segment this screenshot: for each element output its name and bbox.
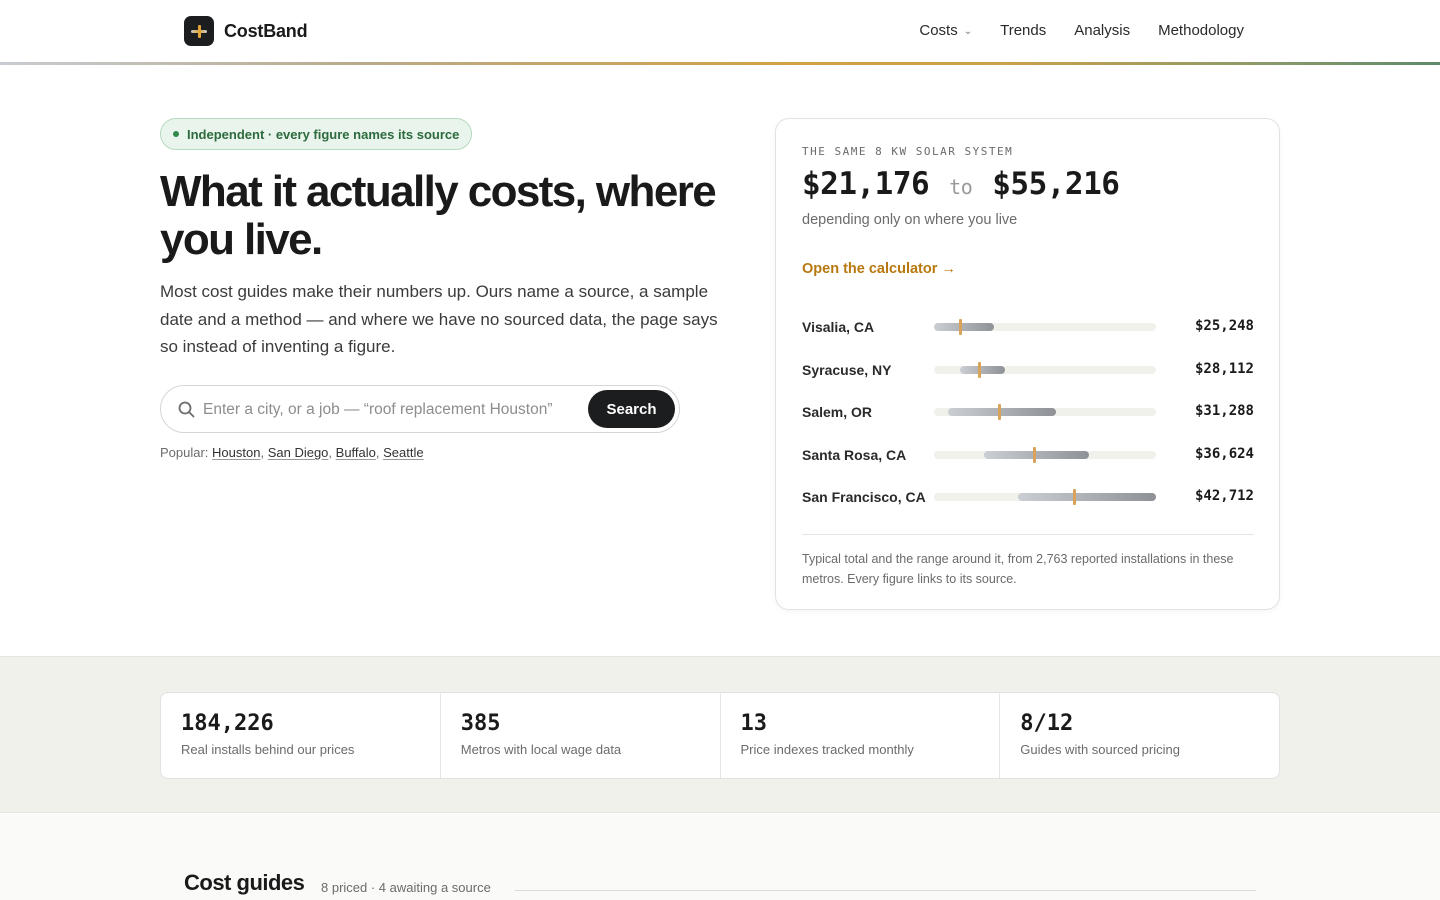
city-name: Salem, OR [802, 404, 873, 421]
typical-marker [1033, 446, 1037, 463]
stat-label: Real installs behind our prices [181, 742, 355, 757]
brand-logo-link[interactable]: CostBand [184, 16, 308, 46]
card-subtitle: depending only on where you live [802, 212, 1018, 228]
stat-guides: 8/12 Guides with sourced pricing [1000, 693, 1279, 778]
city-price: $25,248 [1194, 318, 1254, 334]
search-input[interactable] [203, 398, 583, 422]
range-high: $55,216 [992, 166, 1120, 202]
range-word: to [949, 175, 973, 199]
header-gradient-rule [0, 62, 1440, 65]
typical-marker [977, 361, 981, 378]
nav-item-trends[interactable]: Trends [1000, 22, 1046, 39]
popular-link-san-diego[interactable]: San Diego [268, 445, 329, 460]
city-row[interactable]: Syracuse, NY $28,112 [802, 358, 1254, 401]
popular-link-buffalo[interactable]: Buffalo [336, 445, 376, 460]
stat-indexes: 13 Price indexes tracked monthly [721, 693, 1001, 778]
range-track [934, 361, 1156, 378]
independence-badge: Independent · every figure names its sou… [160, 118, 473, 150]
city-price: $42,712 [1194, 488, 1254, 505]
range-track [934, 319, 1156, 335]
stat-label: Metros with local wage data [460, 742, 622, 757]
typical-marker [998, 404, 1002, 421]
city-name: Visalia, CA [802, 319, 875, 335]
city-row[interactable]: Salem, OR $31,288 [802, 400, 1254, 443]
range-band [959, 365, 1006, 374]
nav-label: Trends [1000, 22, 1047, 39]
city-price: $31,288 [1194, 403, 1254, 420]
city-row[interactable]: San Francisco, CA $42,712 [802, 485, 1254, 528]
stat-installs: 184,226 Real installs behind our prices [161, 693, 441, 778]
cost-guides-meta: 8 priced · 4 awaiting a source [321, 880, 491, 895]
nav-item-methodology[interactable]: Methodology [1158, 22, 1244, 39]
popular-link-houston[interactable]: Houston [212, 445, 260, 460]
stat-metros: 385 Metros with local wage data [441, 693, 721, 778]
card-eyebrow: THE SAME 8 KW SOLAR SYSTEM [802, 145, 1014, 158]
card-divider [802, 534, 1254, 535]
range-low: $21,176 [802, 166, 930, 202]
open-calculator-link[interactable]: Open the calculator → [802, 261, 956, 277]
range-band [947, 408, 1057, 417]
brand-name: CostBand [224, 20, 308, 41]
typical-marker [959, 319, 963, 335]
chevron-down-icon: ⌄ [963, 26, 973, 37]
main-nav: Costs ⌄ Trends Analysis Methodology [919, 22, 1244, 39]
city-name: San Francisco, CA [802, 489, 926, 506]
stat-value: 13 [740, 711, 768, 736]
city-name: Santa Rosa, CA [802, 446, 907, 463]
stats-strip: 184,226 Real installs behind our prices … [160, 692, 1280, 779]
search-icon [178, 401, 195, 423]
badge-label: Independent · every figure names its sou… [187, 126, 460, 142]
cost-guides-heading: Cost guides [184, 870, 305, 895]
stat-value: 184,226 [181, 711, 274, 736]
range-band [934, 323, 994, 331]
city-row[interactable]: Santa Rosa, CA $36,624 [802, 443, 1254, 486]
search-button[interactable]: Search [588, 390, 675, 428]
city-price: $36,624 [1194, 445, 1254, 462]
range-track [934, 446, 1156, 463]
stats-band: 184,226 Real installs behind our prices … [0, 656, 1440, 813]
stat-label: Guides with sourced pricing [1020, 742, 1180, 757]
city-price: $28,112 [1194, 360, 1254, 377]
nav-label: Costs [919, 22, 958, 39]
nav-item-analysis[interactable]: Analysis [1074, 22, 1130, 39]
nav-label: Methodology [1158, 22, 1244, 39]
nav-label: Analysis [1074, 22, 1131, 39]
status-dot-icon [173, 131, 179, 137]
typical-marker [1072, 489, 1076, 506]
popular-link-seattle[interactable]: Seattle [383, 445, 423, 460]
hero-title: What it actually costs, where you live. [160, 167, 717, 264]
popular-searches: Popular: Houston, San Diego, Buffalo, Se… [160, 445, 424, 460]
guides-divider [515, 890, 1256, 891]
solar-cost-card: THE SAME 8 KW SOLAR SYSTEM $21,176 to $5… [775, 118, 1280, 610]
range-band [983, 450, 1090, 459]
search-bar: Search [160, 385, 680, 433]
city-row[interactable]: Visalia, CA $25,248 [802, 315, 1254, 358]
nav-item-costs[interactable]: Costs ⌄ [919, 22, 972, 39]
range-track [934, 404, 1156, 421]
stat-label: Price indexes tracked monthly [740, 742, 914, 757]
stat-value: 385 [460, 711, 501, 736]
stat-value: 8/12 [1020, 711, 1074, 736]
site-header: CostBand Costs ⌄ Trends Analysis Methodo… [0, 0, 1440, 62]
popular-label: Popular: [160, 445, 209, 460]
costband-logo-icon [184, 16, 214, 46]
hero-subtitle: Most cost guides make their numbers up. … [160, 282, 718, 356]
price-range: $21,176 to $55,216 [802, 166, 1120, 202]
range-band [1017, 493, 1156, 502]
city-price-list: Visalia, CA $25,248 Syracuse, NY $28,112… [802, 315, 1254, 528]
city-name: Syracuse, NY [802, 361, 892, 378]
card-footnote: Typical total and the range around it, f… [802, 552, 1234, 586]
range-track [934, 489, 1156, 506]
